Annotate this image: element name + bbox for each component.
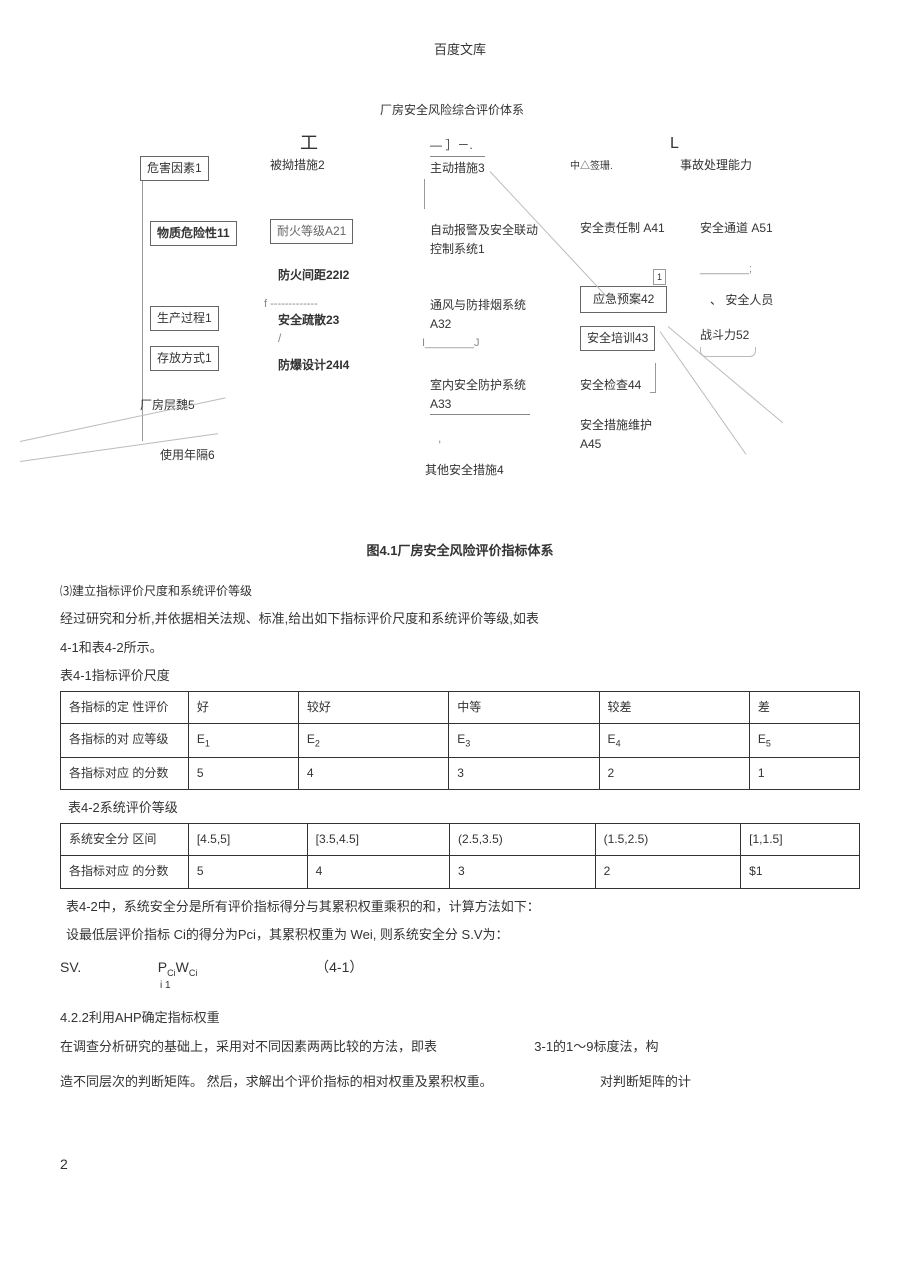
t2-r2c4: 3 [450,856,596,888]
table-row: 系统安全分 区间 [4.5,5] [3.5,4.5] (2.5,3.5) (1.… [61,824,860,856]
col3-title: 主动措施3 [430,156,485,178]
p422-1a: 在调查分析研究的基础上，采用对不同因素两两比较的方法，即表 [60,1039,437,1054]
t1-r1c3: 较好 [298,692,448,724]
t1-r1c6: 差 [749,692,859,724]
section3-heading: ⑶建立指标评价尺度和系统评价等级 [60,582,860,601]
col4-item-4: 安全检查44 [580,376,641,395]
formula-lhs: SV. [60,956,90,978]
col3-mark-ij: I________J [422,335,480,353]
col2-item-2: 防火间距22I2 [278,266,349,285]
col2-title: 被拗措施2 [270,156,325,175]
heading-422: 4.2.2利用AHP确定指标权重 [60,1008,860,1029]
col5-item-2: 、 安全人员 [710,291,790,310]
t2-r1c5: (1.5,2.5) [595,824,741,856]
p422-1b: 3-1的1～9标度法，构 [534,1039,658,1054]
col4-num: 1 [653,269,666,285]
t2-r2c6: $1 [741,856,860,888]
p422-2a: 造不同层次的判断矩阵。 然后，求解出个评价指标的相对权重及累积权重。 [60,1074,493,1089]
formula-mid2: WCi [176,959,198,975]
t1-r2c2: E1 [188,724,298,758]
col2-mark-slash: / [278,329,281,348]
mark-yi: — ］－. [430,136,473,155]
col2-item-4: 防爆设计24I4 [278,356,349,375]
t2-r2c5: 2 [595,856,741,888]
table-4-1: 各指标的定 性评价 好 较好 中等 较差 差 各指标的对 应等级 E1 E2 E… [60,691,860,790]
diagram-caption: 图4.1厂房安全风险评价指标体系 [60,541,860,562]
page-header: 百度文库 [60,40,860,61]
table-4-2: 系统安全分 区间 [4.5,5] [3.5,4.5] (2.5,3.5) (1.… [60,823,860,888]
t2-r2c1: 各指标对应 的分数 [61,856,189,888]
p422-2b: 对判断矩阵的计 [600,1074,691,1089]
col1-item-2: 生产过程1 [150,306,219,331]
page-number: 2 [60,1153,860,1175]
t1-r2c3: E2 [298,724,448,758]
t1-r3c2: 5 [188,758,298,790]
t1-r1c5: 较差 [599,692,749,724]
table-row: 各指标的定 性评价 好 较好 中等 较差 差 [61,692,860,724]
col4-title-frag: 中△签珊. [570,159,613,175]
col1-item-1: 物质危险性11 [150,221,237,246]
col3-mark-comma: , [438,429,441,448]
t1-r3c1: 各指标对应 的分数 [61,758,189,790]
col5-title: 事故处理能力 [680,156,752,175]
p422-line2: 造不同层次的判断矩阵。 然后，求解出个评价指标的相对权重及累积权重。 对判断矩阵… [60,1072,860,1093]
t2-r2c2: 5 [188,856,307,888]
formula-eqnum: （4-1） [315,959,363,975]
col4-item-1: 安全责任制 A41 [580,219,670,238]
col5-bracket [700,347,756,357]
table2-title: 表4-2系统评价等级 [60,798,860,819]
after-t2-p1: 表4-2中，系统安全分是所有评价指标得分与其累积权重乘积的和，计算方法如下： [60,897,860,918]
col5-item-3: 战斗力52 [700,326,749,345]
col1-item-3: 存放方式1 [150,346,219,371]
t1-r1c4: 中等 [449,692,599,724]
table-row: 各指标对应 的分数 5 4 3 2 1 [61,758,860,790]
t1-r3c4: 3 [449,758,599,790]
t1-r3c6: 1 [749,758,859,790]
t1-r1c2: 好 [188,692,298,724]
diagram-root: 厂房安全风险综合评价体系 [380,101,524,120]
t1-r1c1: 各指标的定 性评价 [61,692,189,724]
col2-item-1: 耐火等级A21 [270,219,353,244]
col4-item-5: 安全措施维护A45 [580,416,660,454]
col3-item-4: 其他安全措施4 [425,461,504,480]
t2-r1c3: [3.5,4.5] [307,824,449,856]
col1-title: 危害因素1 [140,156,209,181]
col3-item-2: 通风与防排烟系统A32 [430,296,530,334]
t2-r1c4: (2.5,3.5) [450,824,596,856]
col5-mark: ________; [700,261,752,279]
col2-item-3: 安全疏散23 [278,311,339,330]
formula-sub: i 1 [60,978,860,994]
col3-item-3: 室内安全防护系统A33 [430,376,530,415]
t2-r1c6: [1,1.5] [741,824,860,856]
col4-item-3: 安全培训43 [580,326,655,351]
t1-r2c4: E3 [449,724,599,758]
formula-4-1: SV. PCiWCi （4-1） i 1 [60,956,860,994]
t1-r2c1: 各指标的对 应等级 [61,724,189,758]
t2-r1c1: 系统安全分 区间 [61,824,189,856]
p422-line1: 在调查分析研究的基础上，采用对不同因素两两比较的方法，即表 3-1的1～9标度法… [60,1037,860,1058]
section3-p1: 经过研究和分析,并依据相关法规、标准,给出如下指标评价尺度和系统评价等级,如表 [60,609,860,630]
col4-item-2: 应急预案42 [580,286,667,313]
mark-L: L [670,131,679,157]
t2-r2c3: 4 [307,856,449,888]
section3-p2: 4-1和表4-2所示。 [60,638,860,659]
table-row: 各指标的对 应等级 E1 E2 E3 E4 E5 [61,724,860,758]
t2-r1c2: [4.5,5] [188,824,307,856]
after-t2-p2: 设最低层评价指标 Ci的得分为Pci，其累积权重为 Wei, 则系统安全分 S.… [60,925,860,946]
table1-title: 表4-1指标评价尺度 [60,666,860,687]
formula-mid: PCi [158,959,176,975]
table-row: 各指标对应 的分数 5 4 3 2 $1 [61,856,860,888]
mark-gong: 工 [300,129,318,158]
col5-item-1: 安全通道 A51 [700,219,780,238]
t1-r3c5: 2 [599,758,749,790]
col1-item-5: 使用年隔6 [160,446,215,465]
t1-r3c3: 4 [298,758,448,790]
t1-r2c5: E4 [599,724,749,758]
diagram: 厂房安全风险综合评价体系 工 — ］－. L 危害因素1 被拗措施2 主动措施3… [60,101,860,521]
t1-r2c6: E5 [749,724,859,758]
col3-item-1: 自动报警及安全联动控制系统1 [430,221,540,259]
